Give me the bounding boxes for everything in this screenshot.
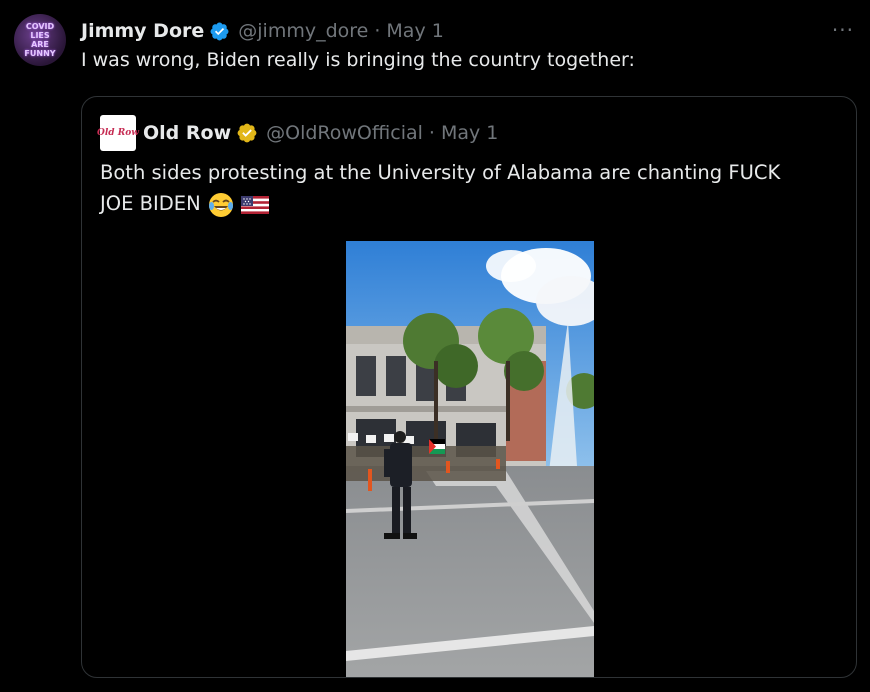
avatar-text-4: FUNNY — [24, 49, 56, 58]
quoted-date[interactable]: May 1 — [441, 122, 498, 144]
quoted-tweet-text: Both sides protesting at the University … — [100, 157, 840, 219]
quoted-separator-dot: · — [428, 122, 435, 144]
avatar-text-3: ARE — [31, 40, 49, 49]
tweet-date[interactable]: May 1 — [386, 20, 443, 42]
verified-badge-icon — [210, 22, 229, 40]
us-flag-icon — [241, 195, 270, 214]
avatar-text-2: LIES — [30, 31, 50, 40]
quoted-text-line-2: JOE BIDEN — [100, 192, 201, 215]
quoted-author-handle[interactable]: @OldRowOfficial — [266, 122, 423, 144]
tweet-header: Jimmy Dore @jimmy_dore · May 1 — [81, 16, 444, 46]
video-thumbnail[interactable] — [346, 241, 594, 677]
separator-dot: · — [374, 20, 381, 42]
avatar-text-1: COVID — [25, 22, 55, 31]
quoted-author-name[interactable]: Old Row — [143, 122, 231, 144]
author-handle[interactable]: @jimmy_dore — [238, 20, 368, 42]
tweet-text: I was wrong, Biden really is bringing th… — [81, 49, 635, 71]
author-name[interactable]: Jimmy Dore — [81, 20, 204, 42]
protest-scene-image — [346, 241, 594, 677]
face-with-tears-of-joy-icon — [208, 192, 233, 217]
quoted-tweet[interactable]: Old Row Old Row @OldRowOfficial · May 1 … — [81, 96, 857, 678]
gold-verified-badge-icon — [237, 123, 257, 143]
quoted-avatar-logo: Old Row — [97, 128, 139, 138]
quoted-avatar[interactable]: Old Row — [97, 115, 139, 151]
avatar[interactable]: COVID LIES ARE FUNNY — [14, 14, 66, 66]
quoted-text-line-1: Both sides protesting at the University … — [100, 161, 781, 184]
quoted-tweet-header: Old Row Old Row @OldRowOfficial · May 1 — [97, 115, 498, 151]
more-options-icon[interactable]: ··· — [832, 18, 854, 42]
